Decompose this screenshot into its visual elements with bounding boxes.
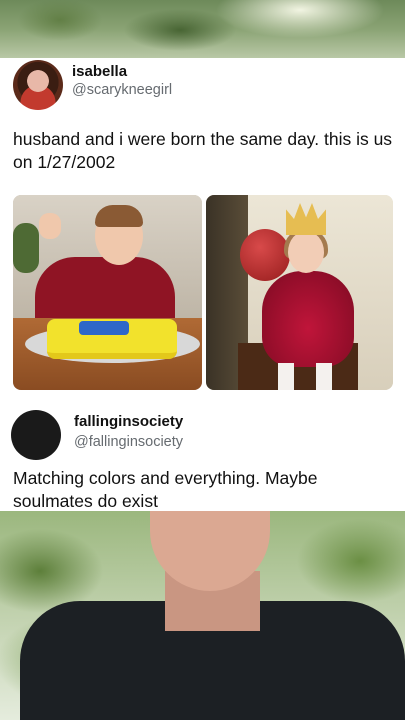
- avatar[interactable]: [13, 60, 63, 110]
- photo-cake-decoration: [79, 321, 129, 335]
- reply-handle[interactable]: @fallinginsociety: [74, 434, 183, 450]
- reply-card[interactable]: fallinginsociety @fallinginsociety Match…: [0, 393, 405, 511]
- photo-girl-legs: [278, 363, 332, 390]
- tweet-card[interactable]: isabella @scarykneegirl husband and i we…: [0, 58, 405, 393]
- background-video-selfie: [0, 511, 405, 720]
- photo-girl-dress: [262, 271, 354, 367]
- photo-plant: [13, 223, 39, 273]
- tweet-photo-right[interactable]: [206, 195, 393, 390]
- photo-balloon: [240, 229, 290, 281]
- author-handle[interactable]: @scarykneegirl: [72, 82, 172, 98]
- photo-boy-hair: [95, 205, 143, 227]
- author-display-name[interactable]: isabella: [72, 63, 127, 80]
- avatar[interactable]: [11, 410, 61, 460]
- reply-text: Matching colors and everything. Maybe so…: [13, 468, 318, 511]
- reply-display-name[interactable]: fallinginsociety: [74, 413, 183, 430]
- photo-boy-sweater: [35, 257, 175, 327]
- background-video-top: [0, 0, 405, 58]
- photo-girl-face: [288, 231, 324, 273]
- photo-boy-hand: [39, 213, 61, 239]
- tweet-photo-left[interactable]: [13, 195, 202, 390]
- tweet-text: husband and i were born the same day. th…: [13, 129, 393, 172]
